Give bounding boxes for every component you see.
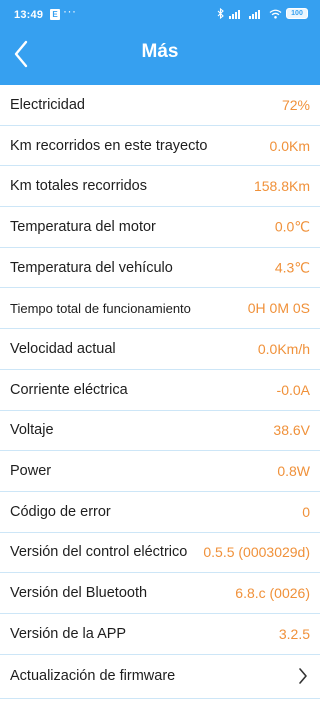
list-item-motor-temperature: Temperatura del motor 0.0℃ <box>0 207 320 248</box>
row-label: Km recorridos en este trayecto <box>10 137 208 154</box>
bluetooth-icon <box>217 8 224 19</box>
row-label: Tiempo total de funcionamiento <box>10 300 191 316</box>
row-label: Temperatura del vehículo <box>10 259 173 276</box>
row-value: 6.8.c (0026) <box>235 585 310 602</box>
row-value: 0.0Km <box>269 137 310 154</box>
row-label: Versión del Bluetooth <box>10 585 148 602</box>
row-label: Temperatura del motor <box>10 218 156 235</box>
row-label: Corriente eléctrica <box>10 381 128 398</box>
list-item-current: Corriente eléctrica -0.0A <box>0 370 320 411</box>
page-title: Más <box>141 41 179 62</box>
info-list: Electricidad 72% Km recorridos en este t… <box>0 85 320 699</box>
status-icons: 100 <box>217 8 308 19</box>
signal-icon <box>229 9 240 19</box>
list-item-total-runtime: Tiempo total de funcionamiento 0H 0M 0S <box>0 288 320 330</box>
row-value: 38.6V <box>273 422 310 439</box>
row-value: 0.0Km/h <box>257 340 310 357</box>
list-item-total-distance: Km totales recorridos 158.8Km <box>0 166 320 208</box>
row-value: 0.8W <box>277 463 310 480</box>
row-value: 3.2.5 <box>278 625 310 642</box>
list-item-error-code: Código de error 0 <box>0 492 320 533</box>
row-label: Versión del control eléctrico <box>10 544 188 561</box>
list-item-power: Power 0.8W <box>0 451 320 492</box>
chevron-right-icon <box>299 668 307 684</box>
row-label: Código de error <box>10 503 111 520</box>
row-value: 0H 0M 0S <box>247 300 310 317</box>
row-value: 4.3℃ <box>274 259 310 276</box>
row-value: 0.5.5 (0003029d) <box>203 544 310 561</box>
list-item-current-speed: Velocidad actual 0.0Km/h <box>0 329 320 370</box>
list-item-app-version: Versión de la APP 3.2.5 <box>0 614 320 655</box>
row-label: Electricidad <box>10 96 85 113</box>
row-value: 0.0℃ <box>274 218 310 235</box>
row-value: 0 <box>302 503 310 520</box>
notification-badge: E <box>50 9 60 20</box>
row-label: Versión de la APP <box>10 625 127 642</box>
row-label: Velocidad actual <box>10 340 116 357</box>
list-item-electricidad: Electricidad 72% <box>0 85 320 126</box>
row-label: Power <box>10 463 52 480</box>
battery-icon: 100 <box>286 8 308 19</box>
signal-icon-2 <box>249 9 260 19</box>
battery-level: 100 <box>291 10 303 17</box>
row-value: -0.0A <box>276 381 310 398</box>
wifi-icon <box>269 9 282 19</box>
status-bar: 13:49 E ··· 100 <box>0 0 320 30</box>
list-item-bluetooth-version: Versión del Bluetooth 6.8.c (0026) <box>0 573 320 614</box>
list-item-voltage: Voltaje 38.6V <box>0 411 320 452</box>
row-value: 72% <box>281 96 310 113</box>
row-label: Km totales recorridos <box>10 178 147 195</box>
firmware-update-row[interactable]: Actualización de firmware <box>0 655 320 699</box>
app-header: 13:49 E ··· 100 Más <box>0 0 320 85</box>
list-item-controller-version: Versión del control eléctrico 0.5.5 (000… <box>0 533 320 574</box>
row-label: Voltaje <box>10 422 54 439</box>
list-item-vehicle-temperature: Temperatura del vehículo 4.3℃ <box>0 248 320 289</box>
more-notifications-icon: ··· <box>63 4 77 18</box>
row-value: 158.8Km <box>253 178 310 195</box>
firmware-update-label: Actualización de firmware <box>10 668 176 685</box>
status-time: 13:49 <box>14 9 44 21</box>
list-item-trip-distance: Km recorridos en este trayecto 0.0Km <box>0 126 320 167</box>
